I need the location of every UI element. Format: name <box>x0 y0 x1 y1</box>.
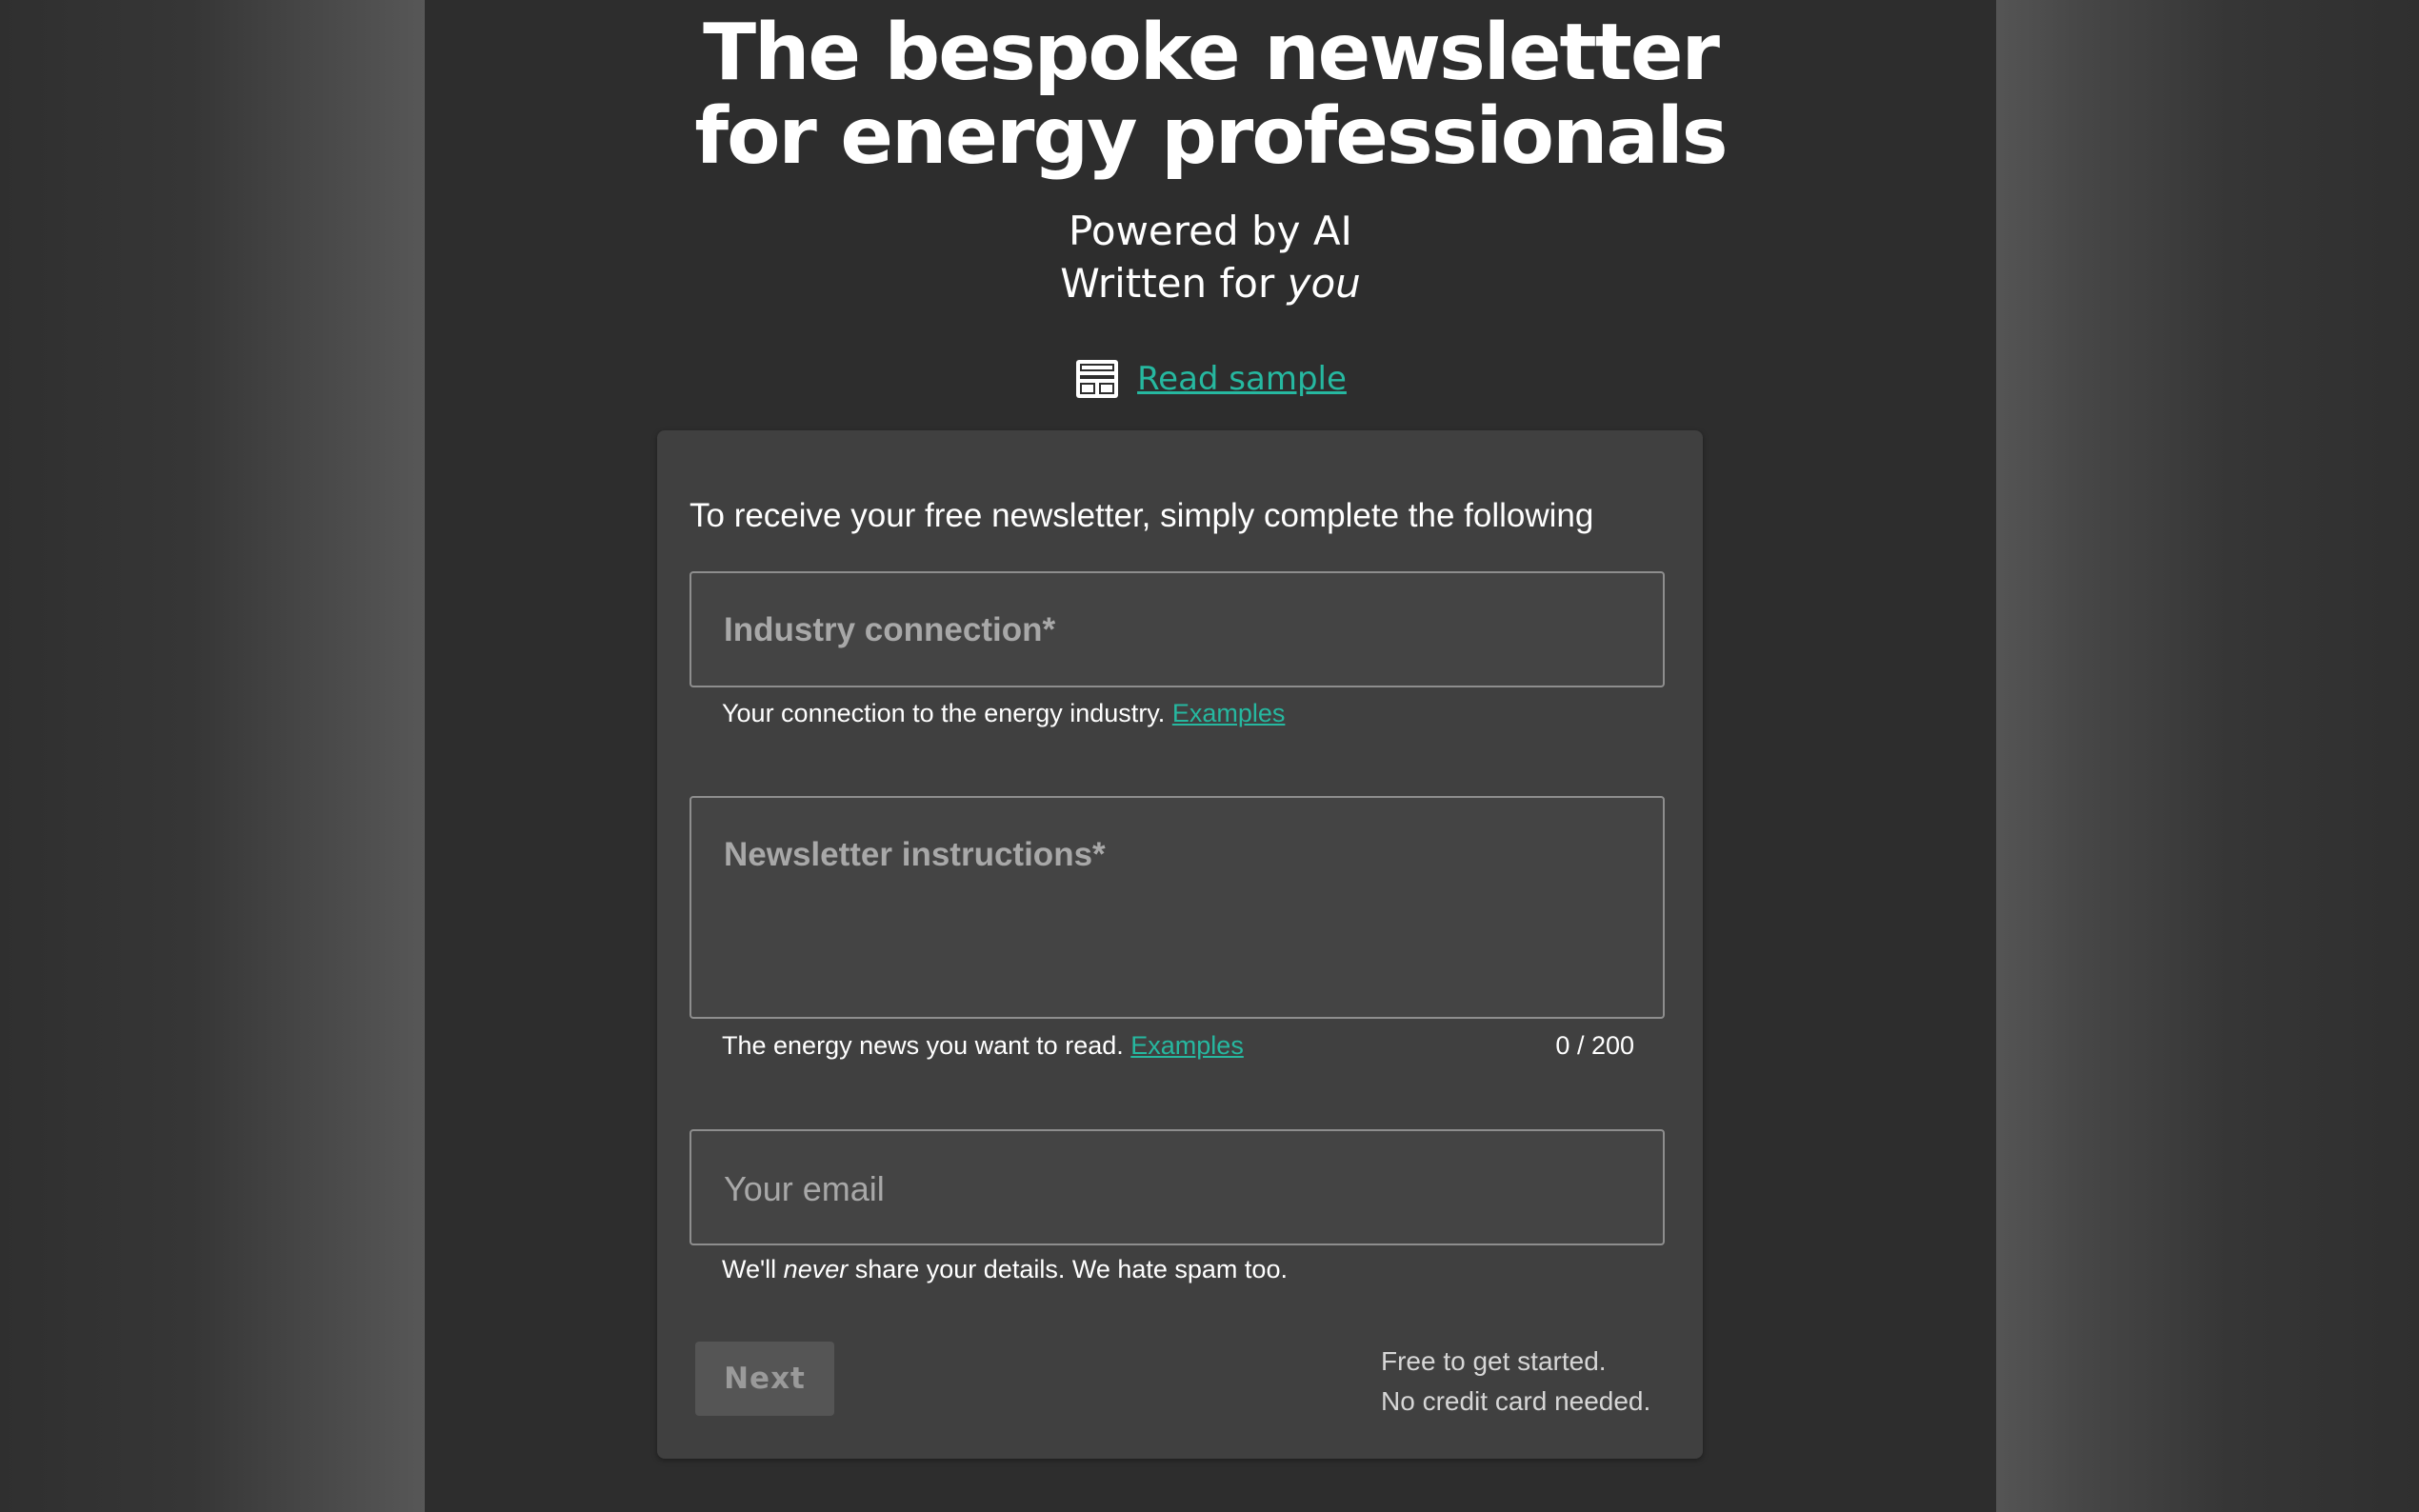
page: The bespoke newsletter for energy profes… <box>0 0 2419 1512</box>
instructions-examples-link[interactable]: Examples <box>1130 1031 1244 1060</box>
free-note-line-1: Free to get started. <box>1381 1346 1607 1376</box>
email-helper-prefix: We'll <box>722 1255 784 1283</box>
right-gradient-panel <box>1994 0 2419 1512</box>
page-title: The bespoke newsletter for energy profes… <box>425 11 1996 179</box>
email-helper-suffix: share your details. We hate spam too. <box>848 1255 1288 1283</box>
email-label: Your email <box>724 1169 885 1208</box>
instructions-helper-label: The energy news you want to read. <box>722 1031 1124 1060</box>
newsletter-icon <box>1074 358 1120 400</box>
industry-helper-label: Your connection to the energy industry. <box>722 699 1166 727</box>
title-line-1: The bespoke newsletter <box>703 8 1720 98</box>
free-note-line-2: No credit card needed. <box>1381 1386 1651 1416</box>
read-sample-row: Read sample <box>425 352 1996 406</box>
industry-connection-label: Industry connection* <box>724 611 1056 648</box>
free-note: Free to get started. No credit card need… <box>1381 1342 1650 1422</box>
email-helper-text: We'll never share your details. We hate … <box>722 1255 1288 1284</box>
subtitle: Powered by AI Written for you <box>425 205 1996 309</box>
industry-examples-link[interactable]: Examples <box>1172 699 1286 727</box>
left-gradient-panel <box>0 0 425 1512</box>
next-button[interactable]: Next <box>695 1342 834 1416</box>
instructions-helper-text: The energy news you want to read. Exampl… <box>722 1031 1244 1061</box>
email-helper-emphasis: never <box>783 1255 849 1283</box>
subtitle-line-1: Powered by AI <box>1069 208 1352 254</box>
title-line-2: for energy professionals <box>694 91 1728 182</box>
email-field[interactable]: Your email <box>690 1129 1665 1245</box>
character-counter: 0 / 200 <box>1555 1031 1634 1060</box>
subtitle-line-2: Written for you <box>1060 260 1361 307</box>
newsletter-instructions-field[interactable]: Newsletter instructions* <box>690 796 1665 1019</box>
industry-helper-text: Your connection to the energy industry. … <box>722 699 1285 728</box>
newsletter-instructions-label: Newsletter instructions* <box>724 836 1106 873</box>
signup-card: To receive your free newsletter, simply … <box>657 430 1703 1459</box>
read-sample-link[interactable]: Read sample <box>1137 360 1347 398</box>
form-intro: To receive your free newsletter, simply … <box>690 497 1594 534</box>
industry-connection-field[interactable]: Industry connection* <box>690 571 1665 687</box>
